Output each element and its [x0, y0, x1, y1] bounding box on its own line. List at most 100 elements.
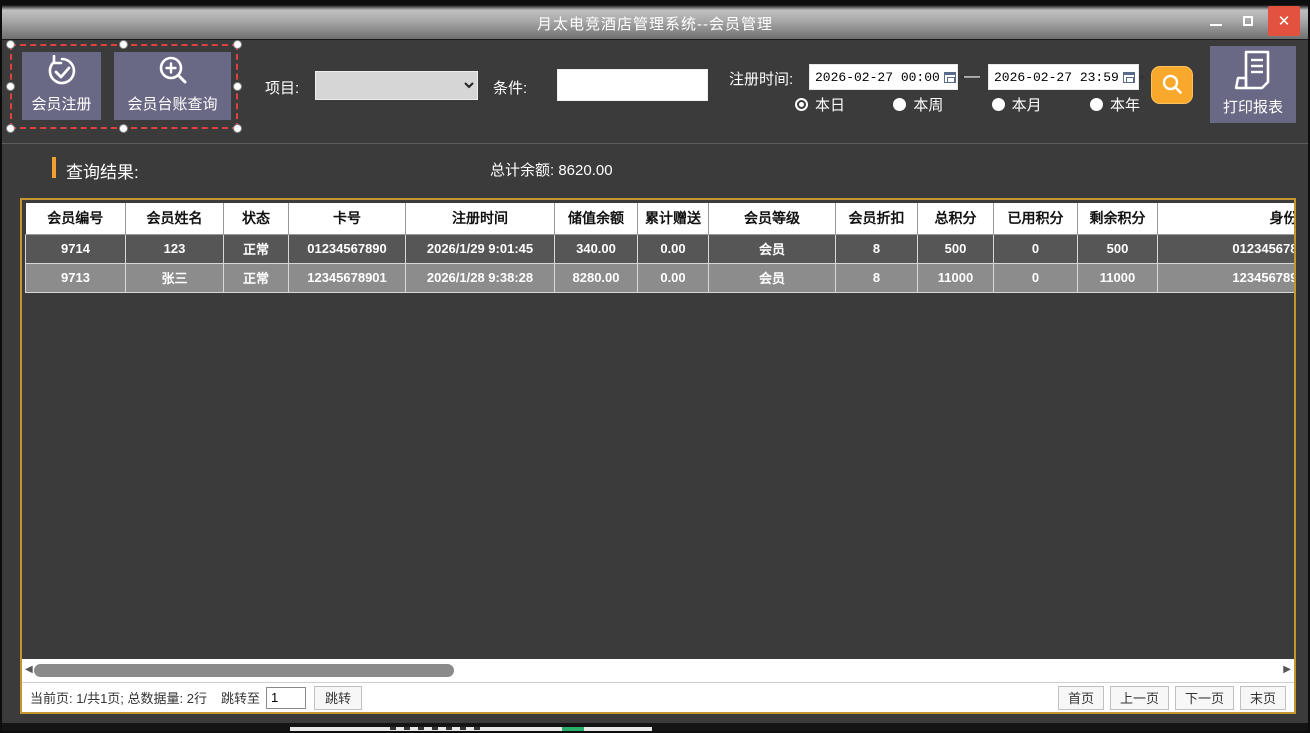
member-register-button[interactable]: 会员注册 [22, 52, 101, 120]
zoom-in-magnifier-icon [155, 55, 191, 93]
member-register-label: 会员注册 [31, 93, 91, 114]
scrollbar-thumb[interactable] [34, 664, 454, 677]
date-range-radios: 本日 本周 本月 本年 [795, 94, 1140, 115]
results-panel: 会员编号会员姓名状态卡号注册时间储值余额累计赠送会员等级会员折扣总积分已用积分剩… [20, 198, 1296, 714]
next-page-button[interactable]: 下一页 [1175, 686, 1234, 710]
table-cell: 正常 [224, 263, 289, 292]
close-button[interactable]: ✕ [1268, 6, 1300, 36]
column-header[interactable]: 卡号 [289, 203, 406, 234]
status-bar: 当前页: 1/共1页; 总数据量: 2行 跳转至 跳转 首页 上一页 下一页 末… [22, 682, 1294, 712]
selection-handle[interactable] [6, 40, 15, 49]
selection-handle[interactable] [233, 124, 242, 133]
radio-本周[interactable]: 本周 [893, 94, 943, 115]
date-from-picker[interactable]: 2026-02-27 00:00 ▼ [809, 64, 958, 90]
page-info: 当前页: 1/共1页; 总数据量: 2行 [30, 688, 207, 707]
prev-page-button[interactable]: 上一页 [1110, 686, 1169, 710]
column-header[interactable]: 储值余额 [555, 203, 638, 234]
app-window: 月太电竞酒店管理系统--会员管理 ✕ 会员注册 [0, 0, 1310, 733]
table-cell: 0.00 [638, 263, 709, 292]
condition-input[interactable] [557, 69, 708, 101]
column-header[interactable]: 累计赠送 [638, 203, 709, 234]
window-bottom-edge [2, 723, 1308, 731]
minimize-button[interactable] [1200, 6, 1232, 36]
table-cell: 12345678901 [289, 263, 406, 292]
table-viewport: 会员编号会员姓名状态卡号注册时间储值余额累计赠送会员等级会员折扣总积分已用积分剩… [22, 200, 1294, 659]
radio-本日[interactable]: 本日 [795, 94, 845, 115]
table-cell: 张三 [126, 263, 224, 292]
column-header[interactable]: 会员等级 [709, 203, 836, 234]
table-row[interactable]: 9713张三正常123456789012026/1/28 9:38:288280… [26, 263, 1295, 292]
selection-handle[interactable] [6, 82, 15, 91]
column-header[interactable]: 注册时间 [406, 203, 555, 234]
date-from-value: 2026-02-27 00:00 [810, 70, 940, 85]
maximize-icon [1243, 16, 1253, 26]
register-refresh-check-icon [44, 55, 80, 93]
scroll-right-arrow-icon[interactable]: ▶ [1283, 664, 1291, 675]
table-cell: 8 [836, 263, 918, 292]
total-balance-value: 8620.00 [558, 162, 612, 179]
member-ledger-query-label: 会员台账查询 [127, 93, 217, 114]
search-button[interactable] [1151, 66, 1193, 104]
results-header: 查询结果: 总计余额: 8620.00 [2, 152, 1308, 184]
selection-handle[interactable] [119, 40, 128, 49]
jump-to-label: 跳转至 [221, 688, 260, 707]
project-select[interactable] [315, 71, 478, 100]
last-page-button[interactable]: 末页 [1240, 686, 1286, 710]
jump-page-input[interactable] [266, 687, 306, 709]
table-cell: 0.00 [638, 234, 709, 263]
table-cell: 2026/1/28 9:38:28 [406, 263, 555, 292]
condition-label: 条件: [493, 77, 527, 98]
table-cell: 123456789012345678 [1158, 263, 1295, 292]
table-header-row: 会员编号会员姓名状态卡号注册时间储值余额累计赠送会员等级会员折扣总积分已用积分剩… [26, 203, 1295, 234]
selection-handle[interactable] [233, 82, 242, 91]
maximize-button[interactable] [1232, 6, 1264, 36]
table-row[interactable]: 9714123正常012345678902026/1/29 9:01:45340… [26, 234, 1295, 263]
print-report-label: 打印报表 [1223, 96, 1283, 117]
date-to-dropdown[interactable]: ▼ [1119, 72, 1150, 83]
radio-本年[interactable]: 本年 [1090, 94, 1140, 115]
horizontal-scrollbar[interactable]: ◀ ▶ [22, 659, 1294, 682]
radio-icon[interactable] [1090, 98, 1103, 111]
background-green-mark [562, 727, 584, 731]
print-report-button[interactable]: 打印报表 [1210, 46, 1296, 123]
date-range-separator: — [964, 68, 980, 86]
column-header[interactable]: 会员折扣 [836, 203, 918, 234]
radio-本月[interactable]: 本月 [992, 94, 1042, 115]
column-header[interactable]: 总积分 [918, 203, 994, 234]
column-header[interactable]: 会员编号 [26, 203, 126, 234]
table-cell: 11000 [1078, 263, 1158, 292]
accent-bar [52, 157, 56, 178]
scroll-left-arrow-icon[interactable]: ◀ [25, 664, 33, 675]
chevron-down-icon: ▼ [1138, 73, 1146, 82]
calendar-icon [944, 72, 956, 83]
jump-button[interactable]: 跳转 [314, 686, 362, 710]
selection-handle[interactable] [233, 40, 242, 49]
column-header[interactable]: 状态 [224, 203, 289, 234]
date-to-picker[interactable]: 2026-02-27 23:59 ▼ [988, 64, 1139, 90]
column-header[interactable]: 已用积分 [994, 203, 1078, 234]
table-cell: 123 [126, 234, 224, 263]
members-table: 会员编号会员姓名状态卡号注册时间储值余额累计赠送会员等级会员折扣总积分已用积分剩… [25, 203, 1294, 293]
window-title: 月太电竞酒店管理系统--会员管理 [2, 13, 1308, 34]
table-cell: 8 [836, 234, 918, 263]
table-cell: 会员 [709, 234, 836, 263]
background-window-sliver [290, 727, 652, 731]
column-header[interactable]: 身份证号 [1158, 203, 1295, 234]
table-cell: 8280.00 [555, 263, 638, 292]
column-header[interactable]: 会员姓名 [126, 203, 224, 234]
first-page-button[interactable]: 首页 [1058, 686, 1104, 710]
table-cell: 01234567890 [289, 234, 406, 263]
table-cell: 9713 [26, 263, 126, 292]
titlebar: 月太电竞酒店管理系统--会员管理 ✕ [2, 2, 1308, 40]
radio-selected-icon[interactable] [795, 98, 808, 111]
radio-label: 本年 [1110, 94, 1140, 115]
selection-handle[interactable] [6, 124, 15, 133]
column-header[interactable]: 剩余积分 [1078, 203, 1158, 234]
table-cell: 9714 [26, 234, 126, 263]
radio-icon[interactable] [893, 98, 906, 111]
member-ledger-query-button[interactable]: 会员台账查询 [114, 52, 231, 120]
radio-label: 本周 [913, 94, 943, 115]
radio-icon[interactable] [992, 98, 1005, 111]
table-cell: 500 [1078, 234, 1158, 263]
selection-handle[interactable] [119, 124, 128, 133]
